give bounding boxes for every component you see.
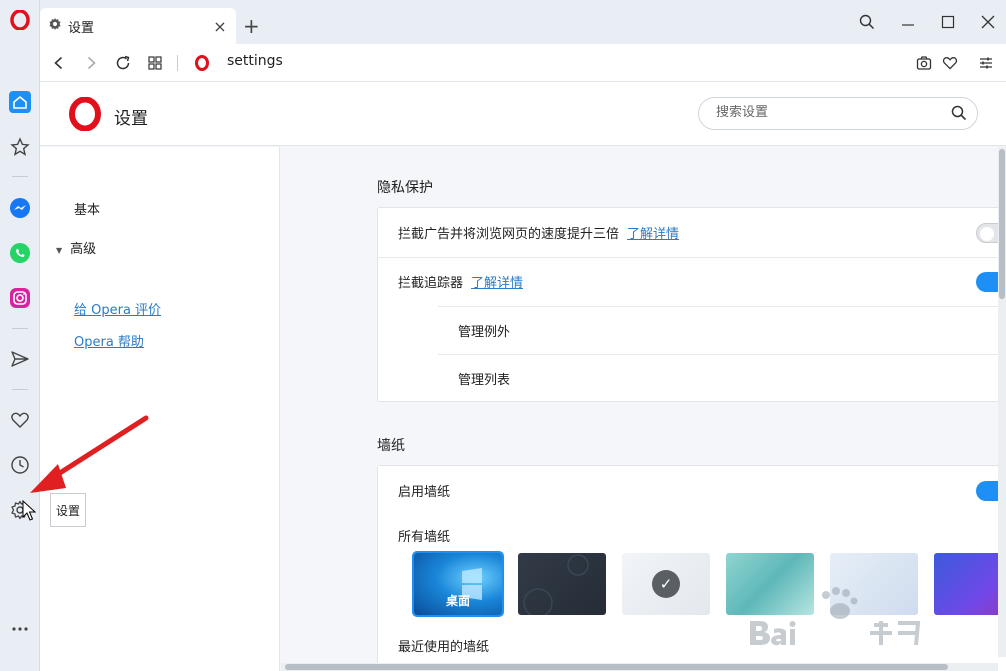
settings-header: 设置 — [40, 82, 1006, 146]
maximize-icon[interactable] — [936, 10, 960, 34]
nav-item-advanced-label: 高级 — [70, 242, 97, 257]
horizontal-scrollbar[interactable] — [281, 663, 998, 671]
reload-icon[interactable] — [112, 52, 134, 74]
back-icon[interactable] — [48, 52, 70, 74]
sidebar-separator — [12, 389, 28, 390]
tab-grid-icon[interactable] — [144, 52, 166, 74]
block-ads-label: 拦截广告并将浏览网页的速度提升三倍 — [398, 227, 620, 242]
block-ads-learn-more-link[interactable]: 了解详情 — [627, 223, 679, 242]
manage-lists-row[interactable]: 管理列表 — [378, 354, 1006, 403]
more-dots-icon[interactable] — [8, 617, 32, 641]
block-trackers-row: 拦截追踪器 了解详情 — [378, 257, 1006, 306]
enable-wallpaper-row: 启用墙纸 — [378, 466, 1006, 515]
enable-wallpaper-label: 启用墙纸 — [398, 485, 451, 500]
tab-gear-icon — [48, 17, 62, 35]
easy-setup-icon[interactable] — [975, 52, 997, 74]
rate-opera-link[interactable]: 给 Opera 评价 — [74, 299, 161, 318]
block-ads-row: 拦截广告并将浏览网页的速度提升三倍 了解详情 — [378, 208, 1006, 257]
history-clock-icon[interactable] — [8, 453, 32, 477]
tab-title: 设置 — [68, 20, 95, 36]
opera-menu-icon[interactable] — [8, 8, 32, 32]
sidebar-separator — [12, 328, 28, 329]
mouse-cursor-icon — [22, 500, 36, 521]
tab-settings[interactable]: 设置 × — [40, 8, 236, 44]
block-trackers-learn-more-link[interactable]: 了解详情 — [471, 272, 523, 291]
block-trackers-label: 拦截追踪器 — [398, 276, 464, 291]
wallpaper-label: 桌面 — [445, 594, 470, 608]
address-divider — [177, 55, 178, 71]
settings-left-nav: 基本 ▼ 高级 给 Opera 评价 Opera 帮助 — [40, 147, 280, 671]
address-bar: settings — [40, 44, 1006, 82]
manage-exceptions-row[interactable]: 管理例外 — [378, 306, 1006, 355]
wallpaper-section-title: 墙纸 — [377, 438, 405, 454]
instagram-icon[interactable] — [8, 286, 32, 310]
heart-icon[interactable] — [8, 408, 32, 432]
sidebar-separator — [12, 176, 28, 177]
forward-icon[interactable] — [80, 52, 102, 74]
privacy-card: 拦截广告并将浏览网页的速度提升三倍 了解详情 拦截追踪器 了解详情 管理例外 管… — [377, 207, 1006, 402]
home-icon[interactable] — [8, 90, 32, 114]
minimize-icon[interactable] — [896, 10, 920, 34]
settings-search[interactable] — [698, 97, 978, 130]
selected-check-icon: ✓ — [652, 570, 680, 598]
wallpaper-thumb-dark[interactable] — [518, 553, 606, 615]
close-window-icon[interactable] — [976, 10, 1000, 34]
whatsapp-icon[interactable] — [8, 241, 32, 265]
opera-logo-icon — [68, 96, 102, 135]
url-text[interactable]: settings — [227, 53, 283, 69]
all-wallpapers-label: 所有墙纸 — [398, 530, 451, 545]
send-icon[interactable] — [8, 347, 32, 371]
nav-item-basic[interactable]: 基本 — [74, 199, 100, 218]
privacy-section-title: 隐私保护 — [377, 180, 433, 196]
opera-help-link[interactable]: Opera 帮助 — [74, 331, 144, 350]
snapshot-camera-icon[interactable] — [913, 52, 935, 74]
page-title: 设置 — [114, 109, 148, 129]
baidu-jingyan-watermark-icon — [750, 587, 921, 646]
settings-tooltip: 设置 — [50, 493, 86, 527]
bookmark-heart-icon[interactable] — [939, 52, 961, 74]
bookmarks-star-icon[interactable] — [8, 135, 32, 159]
search-icon[interactable] — [951, 105, 967, 125]
vertical-scrollbar[interactable] — [998, 147, 1006, 657]
tab-search-icon[interactable] — [855, 10, 879, 34]
search-input[interactable] — [716, 105, 936, 120]
nav-item-advanced[interactable]: ▼ 高级 — [56, 238, 96, 257]
sidebar — [0, 0, 40, 671]
new-tab-button[interactable]: + — [243, 14, 260, 38]
wallpaper-thumb-light-selected[interactable]: ✓ — [622, 553, 710, 615]
vertical-scroll-thumb[interactable] — [999, 149, 1005, 299]
titlebar: 设置 × + — [40, 0, 1006, 44]
manage-exceptions-label: 管理例外 — [458, 325, 511, 340]
manage-lists-label: 管理列表 — [458, 373, 511, 388]
horizontal-scroll-thumb[interactable] — [285, 664, 948, 670]
wallpaper-thumb-desktop[interactable]: 桌面 — [412, 551, 504, 617]
recent-wallpapers-label: 最近使用的墙纸 — [398, 640, 490, 655]
messenger-icon[interactable] — [8, 196, 32, 220]
opera-site-icon — [191, 52, 213, 74]
tab-close-icon[interactable]: × — [210, 17, 230, 36]
expand-arrow-icon: ▼ — [56, 246, 63, 255]
